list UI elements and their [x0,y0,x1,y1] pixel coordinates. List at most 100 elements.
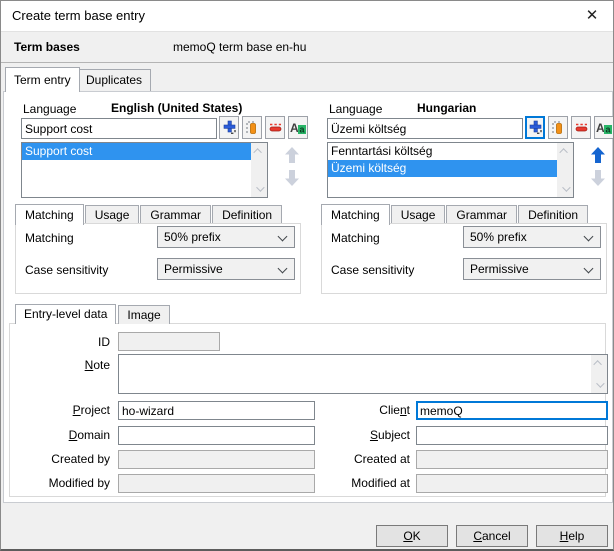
tab-grammar[interactable]: Grammar [140,205,211,225]
dialog-title: Create term base entry [12,1,145,31]
tab-definition[interactable]: Definition [518,205,588,225]
add-term-button[interactable] [525,116,545,139]
matching-label: Matching [25,231,74,245]
case-format-button[interactable]: A a [288,116,308,139]
title-bar: Create term base entry ✕ [1,1,613,31]
add-term-icon [222,120,237,135]
add-term-icon [528,120,543,135]
scroll-up-icon[interactable] [251,143,267,159]
term-bases-header: Term bases memoQ term base en-hu [1,31,613,63]
list-item[interactable]: Fenntartási költség [328,143,557,160]
source-language-column: Language English (United States) A [1,91,309,301]
tab-term-entry[interactable]: Term entry [5,67,80,92]
scroll-up-icon[interactable] [557,143,573,159]
domain-label: Domain [10,426,110,445]
client-label: Client [310,401,410,420]
case-value: Permissive [164,262,223,276]
modified-by-label: Modified by [10,474,110,493]
move-down-icon [285,170,299,186]
help-button[interactable]: Help [536,525,608,547]
matching-label: Matching [331,231,380,245]
source-term-list[interactable]: Support cost [21,142,268,198]
target-language-name: Hungarian [417,101,476,115]
matching-value: 50% prefix [470,230,527,244]
id-label: ID [10,333,110,352]
target-term-input[interactable] [327,118,523,139]
tab-entry-level-data[interactable]: Entry-level data [15,304,116,324]
source-term-property-tabs: MatchingUsageGrammarDefinition [15,204,283,224]
tab-usage[interactable]: Usage [85,205,140,225]
note-field[interactable] [118,354,608,394]
chevron-down-icon [584,232,594,242]
ok-button[interactable]: OK [376,525,448,547]
remove-term-icon [574,120,589,135]
modified-at-field [416,474,608,493]
source-term-input[interactable] [21,118,217,139]
scroll-down-icon[interactable] [591,377,607,393]
source-case-select[interactable]: Permissive [157,258,295,280]
tab-matching[interactable]: Matching [15,204,84,225]
entry-level-tabs: Entry-level dataImage [15,304,172,324]
chevron-down-icon [584,264,594,274]
remove-term-icon [268,120,283,135]
move-term-up-button[interactable] [281,147,303,167]
add-term-button[interactable] [219,116,239,139]
target-list-scrollbar[interactable] [557,143,573,197]
case-format-icon: A a [596,120,612,135]
chevron-down-icon [278,232,288,242]
list-item[interactable]: Üzemi költség [328,160,557,177]
move-down-icon [591,170,605,186]
project-label: Project [10,401,110,420]
case-value: Permissive [470,262,529,276]
target-language-column: Language Hungarian A [307,91,614,301]
svg-text:A: A [596,121,605,135]
domain-field[interactable] [118,426,315,445]
tab-matching[interactable]: Matching [321,204,390,225]
target-term-list[interactable]: Fenntartási költség Üzemi költség [327,142,574,198]
language-label: Language [329,102,382,116]
modified-at-label: Modified at [310,474,410,493]
remove-term-button[interactable] [571,116,591,139]
remove-term-button[interactable] [265,116,285,139]
scroll-up-icon[interactable] [591,355,607,371]
tab-definition[interactable]: Definition [212,205,282,225]
subject-field[interactable] [416,426,608,445]
target-case-select[interactable]: Permissive [463,258,601,280]
close-icon[interactable]: ✕ [581,1,603,31]
insert-term-button[interactable] [548,116,568,139]
move-term-up-button[interactable] [587,147,609,167]
note-scrollbar[interactable] [591,355,607,393]
source-matching-select[interactable]: 50% prefix [157,226,295,248]
id-field [118,332,220,351]
move-up-icon [285,147,299,163]
cancel-button[interactable]: Cancel [456,525,528,547]
tab-duplicates[interactable]: Duplicates [77,69,151,92]
created-by-field [118,450,315,469]
case-format-icon: A a [290,120,306,135]
project-field[interactable] [118,401,315,420]
move-term-down-button[interactable] [281,170,303,190]
case-sensitivity-label: Case sensitivity [331,263,414,277]
term-base-name: memoQ term base en-hu [173,32,306,63]
client-field[interactable] [416,401,608,420]
svg-text:A: A [290,121,299,135]
term-bases-label: Term bases [14,32,80,63]
tab-image[interactable]: Image [118,305,169,324]
tab-usage[interactable]: Usage [391,205,446,225]
entry-level-data-panel: ID Note Project Client Domain Subject Cr… [9,323,606,497]
insert-term-button[interactable] [242,116,262,139]
list-item[interactable]: Support cost [22,143,251,160]
scroll-down-icon[interactable] [251,181,267,197]
move-term-down-button[interactable] [587,170,609,190]
tab-grammar[interactable]: Grammar [446,205,517,225]
subject-label: Subject [310,426,410,445]
case-format-button[interactable]: A a [594,116,614,139]
insert-term-icon [551,120,566,135]
created-by-label: Created by [10,450,110,469]
move-up-icon [591,147,605,163]
target-term-property-tabs: MatchingUsageGrammarDefinition [321,204,589,224]
source-list-scrollbar[interactable] [251,143,267,197]
target-matching-select[interactable]: 50% prefix [463,226,601,248]
created-at-field [416,450,608,469]
scroll-down-icon[interactable] [557,181,573,197]
